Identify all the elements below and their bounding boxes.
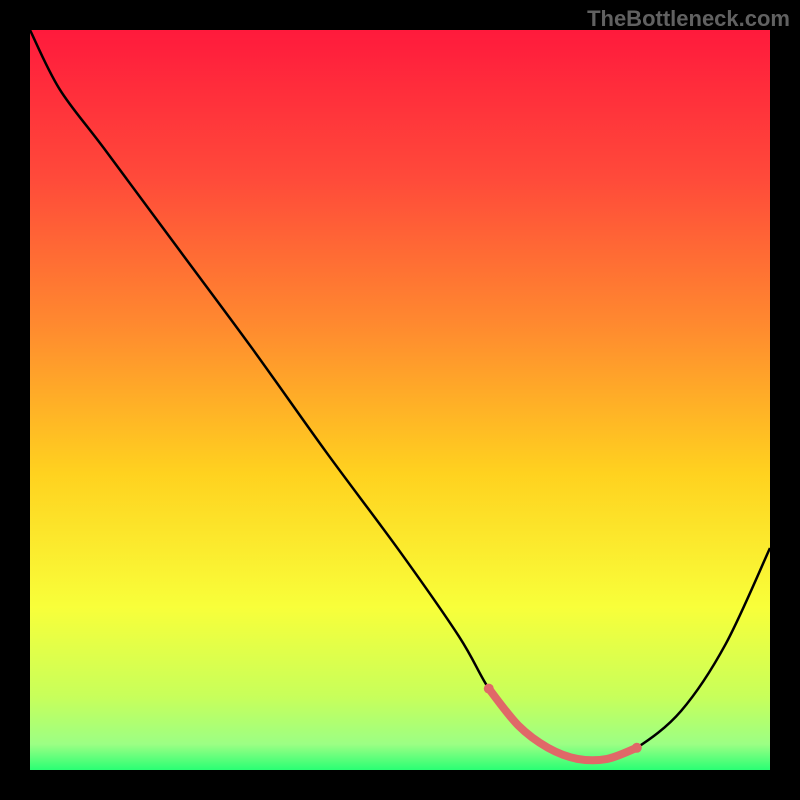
bottleneck-chart — [30, 30, 770, 770]
gradient-background — [30, 30, 770, 770]
highlight-end-dot — [632, 743, 642, 753]
highlight-start-dot — [484, 684, 494, 694]
watermark-label: TheBottleneck.com — [587, 6, 790, 32]
plot-area — [30, 30, 770, 770]
chart-frame: TheBottleneck.com — [0, 0, 800, 800]
